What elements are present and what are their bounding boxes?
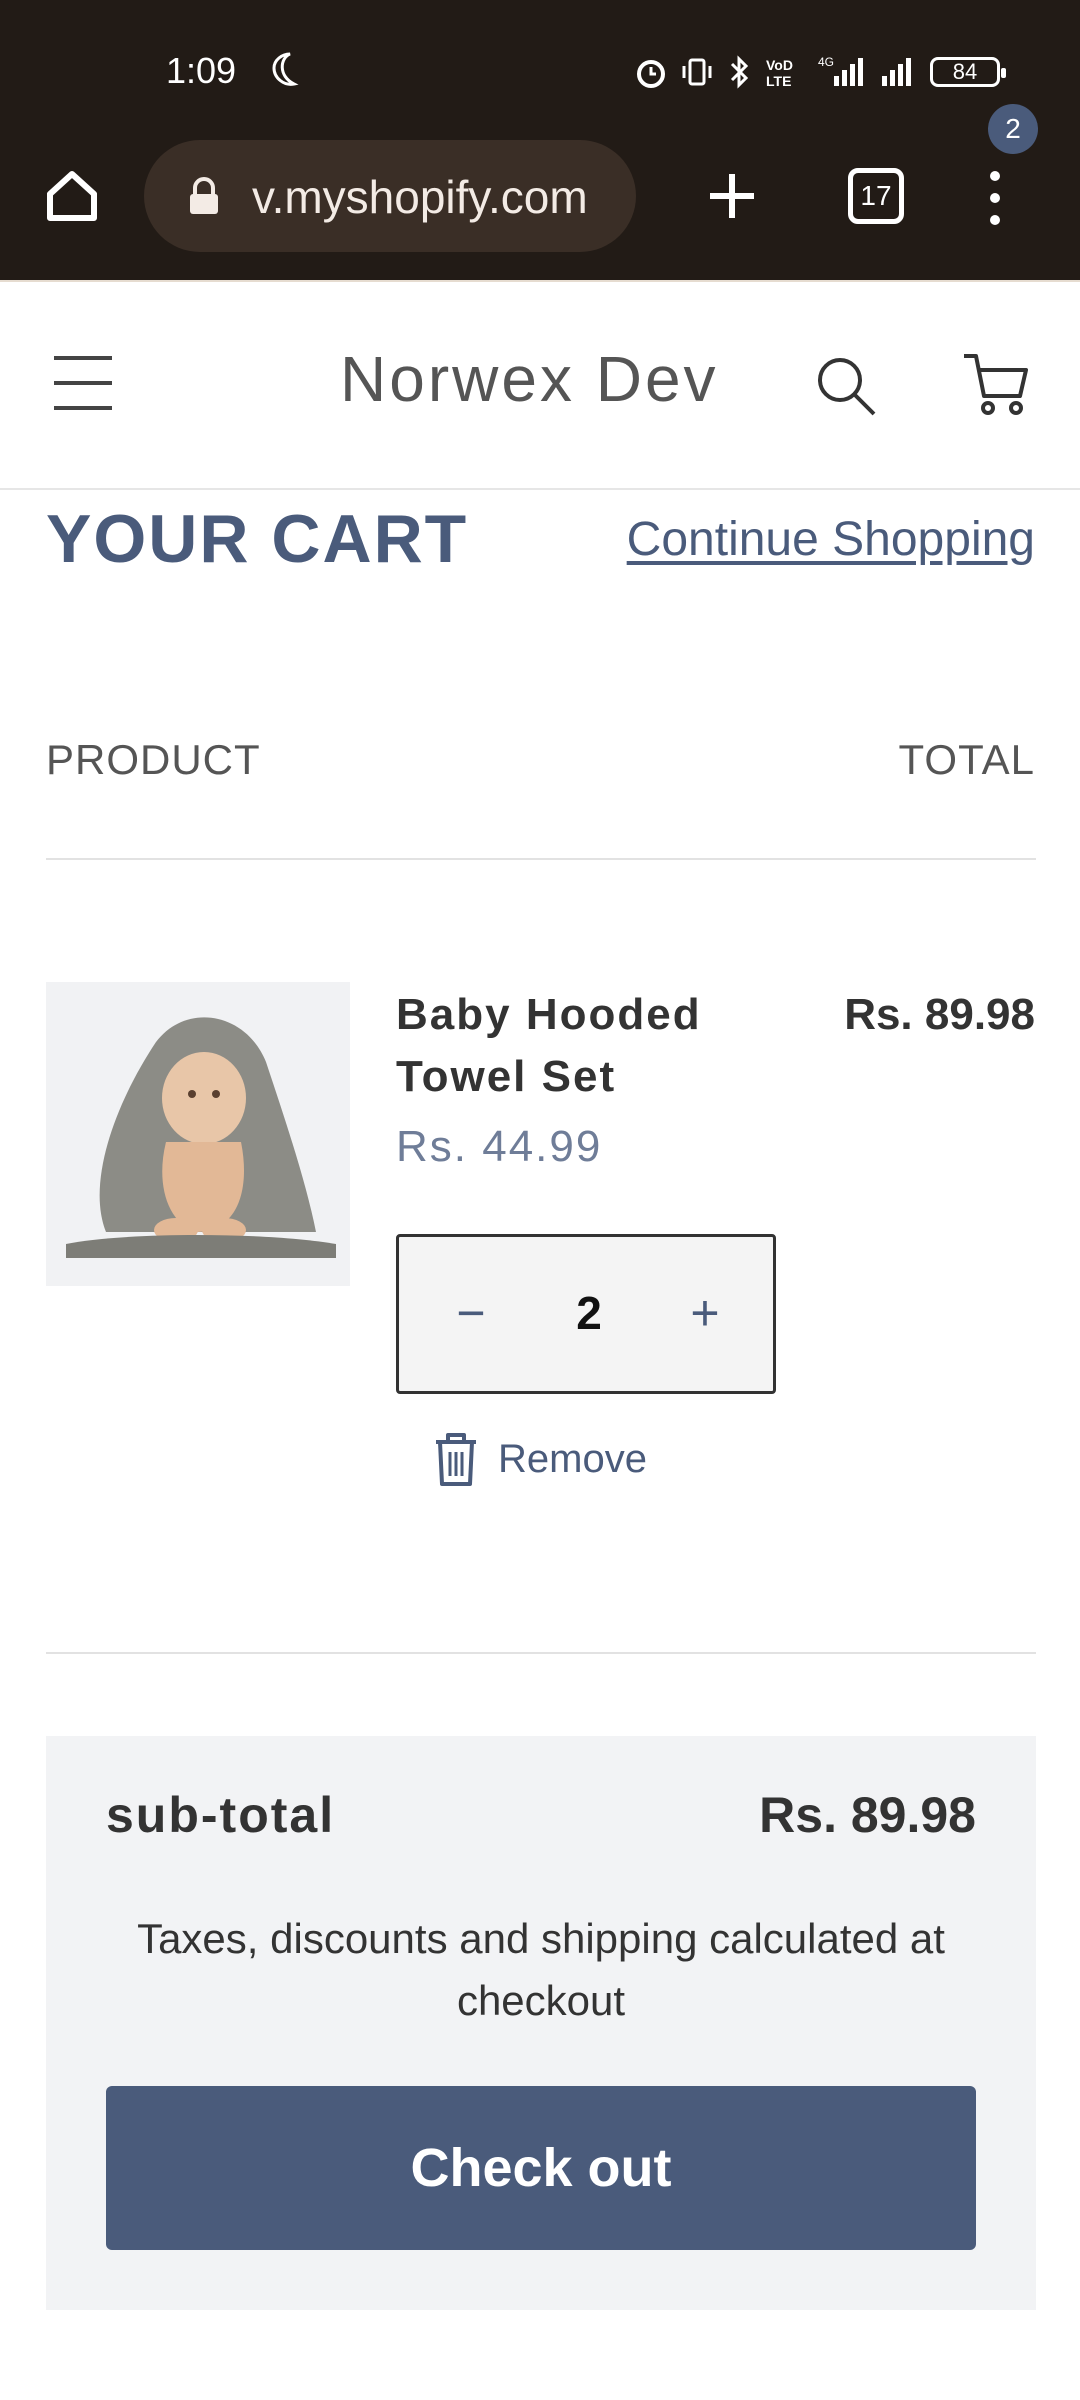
vibrate-icon <box>682 58 712 86</box>
store-brand[interactable]: Norwex Dev <box>340 342 719 416</box>
checkout-button[interactable]: Check out <box>106 2086 976 2250</box>
decrease-quantity-button[interactable]: − <box>439 1281 503 1345</box>
more-menu-icon[interactable] <box>980 168 1010 228</box>
new-tab-plus-icon[interactable] <box>700 164 764 228</box>
column-header-total: TOTAL <box>898 736 1035 783</box>
trash-icon <box>436 1433 476 1486</box>
quantity-stepper: − 2 + <box>396 1234 776 1394</box>
divider <box>46 858 1036 860</box>
tax-note: Taxes, discounts and shipping calculated… <box>137 1915 945 2024</box>
subtotal-label: sub-total <box>106 1787 336 1843</box>
product-unit-price: Rs. 44.99 <box>396 1122 603 1171</box>
search-icon[interactable] <box>812 352 878 418</box>
home-icon[interactable] <box>40 164 104 228</box>
cart-count-badge: 2 <box>988 104 1038 154</box>
battery-indicator: 84 <box>930 57 1006 87</box>
increase-quantity-button[interactable]: + <box>673 1281 737 1345</box>
system-icons: VoD LTE 4G 84 <box>634 52 1006 92</box>
quantity-value[interactable]: 2 <box>539 1281 639 1345</box>
volte-icon: VoD LTE <box>766 57 793 89</box>
svg-text:LTE: LTE <box>766 73 791 89</box>
svg-text:VoD: VoD <box>766 57 793 73</box>
signal-4g-icon: 4G <box>818 55 863 86</box>
continue-shopping-link[interactable]: Continue Shopping <box>627 512 1035 567</box>
tab-switcher-button[interactable]: 17 <box>848 168 904 224</box>
address-bar[interactable]: v.myshopify.com <box>144 140 636 252</box>
column-header-product: PRODUCT <box>46 736 261 783</box>
cart-summary: sub-total Rs. 89.98 Taxes, discounts and… <box>46 1736 1036 2310</box>
url-text: v.myshopify.com <box>252 171 588 223</box>
remove-label: Remove <box>498 1436 647 1481</box>
menu-hamburger-icon[interactable] <box>54 356 112 410</box>
bluetooth-icon <box>730 55 749 89</box>
browser-toolbar: v.myshopify.com 17 <box>0 140 1080 280</box>
status-bar: 1:09 VoD LTE 4G 84 <box>0 0 1080 140</box>
signal-icon <box>882 58 911 86</box>
subtotal-value: Rs. 89.98 <box>759 1787 976 1843</box>
product-image[interactable] <box>46 982 350 1286</box>
page-title: YOUR CART <box>46 501 469 577</box>
line-total: Rs. 89.98 <box>844 990 1035 1039</box>
svg-text:4G: 4G <box>818 55 834 69</box>
remove-item-button[interactable]: Remove <box>430 1430 647 1488</box>
cart-icon[interactable] <box>960 350 1032 422</box>
lock-icon <box>190 177 218 214</box>
status-time: 1:09 <box>166 50 237 91</box>
do-not-disturb-moon-icon <box>272 52 299 86</box>
alarm-icon <box>637 60 665 88</box>
baby-towel-image <box>66 1017 336 1258</box>
store-header: Norwex Dev <box>0 280 1080 490</box>
product-name[interactable]: Baby Hooded Towel Set <box>396 984 776 1108</box>
divider <box>46 1652 1036 1654</box>
